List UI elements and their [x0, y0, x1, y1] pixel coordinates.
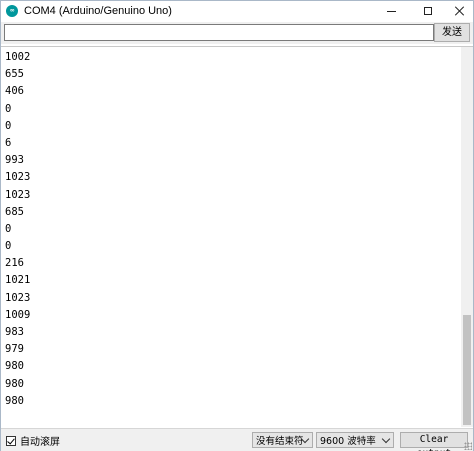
output-line: 216	[5, 257, 24, 270]
clear-output-button[interactable]: Clear output	[400, 432, 468, 451]
minimize-button[interactable]	[377, 1, 405, 21]
output-line: 0	[5, 119, 12, 132]
baud-rate-select[interactable]: 9600 波特率	[316, 432, 394, 448]
serial-monitor-window: ∞ COM4 (Arduino/Genuino Uno) 发送 1002 655 4…	[0, 0, 474, 451]
output-line: 979	[5, 343, 24, 356]
output-line: 1023	[5, 188, 31, 201]
bottom-toolbar: 自动滚屏 没有结束符 9600 波特率 Clear output	[1, 428, 473, 451]
baud-rate-value: 9600 波特率	[320, 436, 376, 447]
autoscroll-label: 自动滚屏	[20, 437, 60, 448]
output-line: 1023	[5, 291, 31, 304]
vertical-scrollbar[interactable]	[461, 47, 473, 427]
chevron-down-icon	[381, 434, 391, 444]
output-line: 0	[5, 222, 12, 235]
output-line: 655	[5, 68, 24, 81]
output-line: 0	[5, 102, 12, 115]
title-bar[interactable]: ∞ COM4 (Arduino/Genuino Uno)	[1, 1, 473, 21]
line-ending-select[interactable]: 没有结束符	[252, 432, 313, 448]
output-line: 1021	[5, 274, 31, 287]
maximize-button[interactable]	[414, 1, 442, 21]
close-icon	[455, 6, 465, 16]
output-line: 980	[5, 394, 24, 407]
serial-send-input[interactable]	[4, 24, 434, 41]
output-line: 1023	[5, 171, 31, 184]
output-line: 993	[5, 154, 24, 167]
serial-output-area[interactable]: 1002 655 406 0 0 6 993 1023 1023 685 0 0 216 1021 1023…	[1, 46, 473, 427]
arduino-logo-icon: ∞	[6, 5, 18, 17]
maximize-icon	[424, 7, 432, 15]
close-button[interactable]	[446, 1, 474, 21]
output-line: 6	[5, 136, 12, 149]
output-line: 980	[5, 360, 24, 373]
autoscroll-checkbox[interactable]	[6, 435, 16, 446]
output-line: 983	[5, 326, 24, 338]
send-button[interactable]: 发送	[434, 23, 470, 42]
send-row: 发送	[1, 22, 473, 44]
output-line: 980	[5, 377, 24, 390]
autoscroll-toggle[interactable]: 自动滚屏	[6, 433, 60, 448]
scrollbar-thumb[interactable]	[463, 315, 471, 425]
output-line: 1002	[5, 51, 31, 63]
output-lines: 1002 655 406 0 0 6 993 1023 1023 685 0 0 216 1021 1023…	[5, 49, 30, 410]
output-line: 1009	[5, 308, 31, 321]
output-line: 685	[5, 205, 24, 218]
output-line: 0	[5, 240, 12, 253]
window-title: COM4 (Arduino/Genuino Uno)	[24, 5, 172, 17]
output-line: 406	[5, 85, 24, 98]
minimize-icon	[386, 10, 396, 12]
resize-grip-icon[interactable]	[464, 442, 472, 450]
line-ending-value: 没有结束符	[256, 436, 304, 447]
